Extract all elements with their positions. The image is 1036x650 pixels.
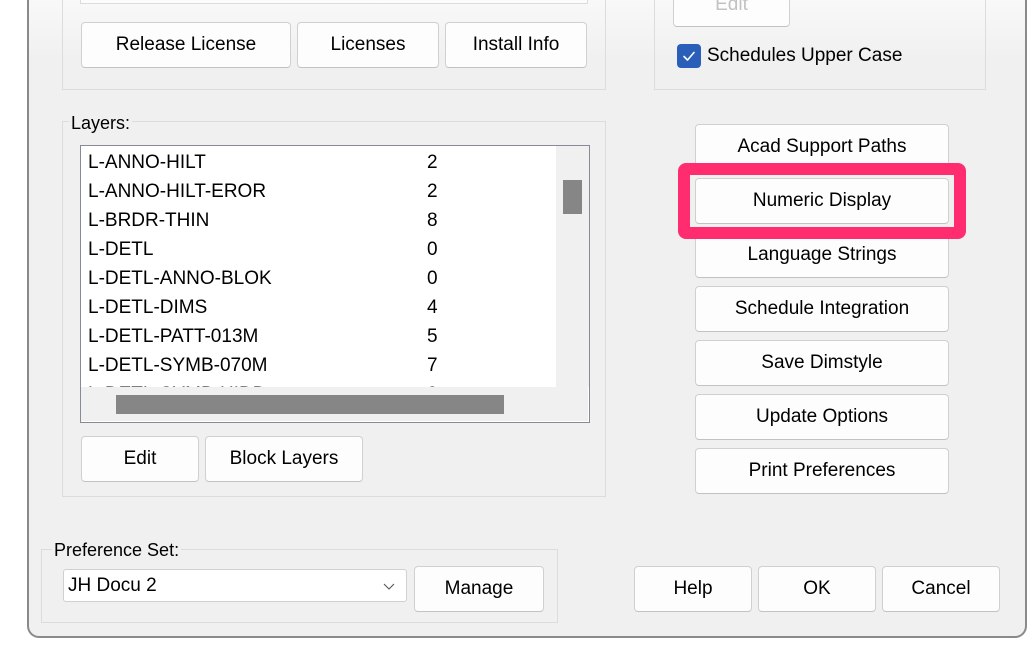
layer-row[interactable]: L-DETL-PATT-013M 5 [81, 322, 555, 351]
layer-row[interactable]: L-ANNO-HILT-EROR 2 [81, 177, 555, 206]
preference-set-selected: JH Docu 2 [68, 574, 157, 596]
layers-legend: Layers: [69, 113, 133, 133]
layer-count: 0 [427, 380, 438, 387]
help-button[interactable]: Help [634, 566, 752, 612]
layer-name: L-DETL [88, 239, 154, 260]
layers-list-rows: L-ANNO-HILT 2 L-ANNO-HILT-EROR 2 L-BRDR-THIN… [81, 146, 555, 387]
licenses-button[interactable]: Licenses [297, 22, 439, 68]
layer-name: L-BRDR-THIN [88, 210, 210, 231]
block-layers-button[interactable]: Block Layers [205, 436, 363, 482]
layer-row[interactable]: L-DETL-ANNO-BLOK 0 [81, 264, 555, 293]
schedules-upper-case-checkbox-row[interactable]: Schedules Upper Case [677, 44, 902, 68]
release-license-button[interactable]: Release License [81, 22, 291, 68]
layer-count: 5 [427, 326, 438, 347]
acad-support-paths-button[interactable]: Acad Support Paths [695, 124, 949, 170]
preference-set-legend: Preference Set: [52, 540, 182, 560]
layers-listbox[interactable]: L-ANNO-HILT 2 L-ANNO-HILT-EROR 2 L-BRDR-THIN… [80, 145, 590, 423]
vertical-scrollbar[interactable] [556, 146, 589, 387]
layer-row[interactable]: L-DETL-DIMS 4 [81, 293, 555, 322]
layer-row[interactable]: L-ANNO-HILT 2 [81, 148, 555, 177]
vertical-scrollbar-thumb[interactable] [563, 180, 582, 214]
layer-name: L-ANNO-HILT [88, 152, 206, 173]
layer-row[interactable]: L-DETL-SYMB-HIDD 0 [81, 380, 555, 387]
cancel-button[interactable]: Cancel [882, 566, 1000, 612]
layer-count: 2 [427, 181, 438, 202]
layer-count: 0 [427, 239, 438, 260]
manage-button[interactable]: Manage [414, 566, 544, 612]
layer-count: 2 [427, 152, 438, 173]
ok-button[interactable]: OK [758, 566, 876, 612]
layer-name: L-DETL-PATT-013M [88, 326, 259, 347]
layer-count: 4 [427, 297, 438, 318]
layer-name: L-DETL-SYMB-HIDD [88, 380, 266, 387]
layers-edit-button[interactable]: Edit [81, 436, 199, 482]
layer-name: L-ANNO-HILT-EROR [88, 181, 267, 202]
layer-name: L-DETL-ANNO-BLOK [88, 268, 272, 289]
update-options-button[interactable]: Update Options [695, 394, 949, 440]
license-inner-box [80, 0, 588, 4]
layer-count: 7 [427, 355, 438, 376]
install-info-button[interactable]: Install Info [445, 22, 587, 68]
layer-row[interactable]: L-DETL 0 [81, 235, 555, 264]
schedule-integration-button[interactable]: Schedule Integration [695, 286, 949, 332]
layer-count: 8 [427, 210, 438, 231]
preference-set-dropdown[interactable]: JH Docu 2 [63, 569, 407, 602]
chevron-down-icon[interactable] [382, 577, 396, 599]
layer-count: 0 [427, 268, 438, 289]
options-edit-button[interactable]: Edit [673, 0, 790, 27]
checkmark-icon [683, 51, 695, 61]
layer-name: L-DETL-DIMS [88, 297, 208, 318]
numeric-display-button[interactable]: Numeric Display [695, 178, 949, 224]
save-dimstyle-button[interactable]: Save Dimstyle [695, 340, 949, 386]
layer-row[interactable]: L-BRDR-THIN 8 [81, 206, 555, 235]
horizontal-scrollbar-thumb[interactable] [116, 395, 504, 414]
language-strings-button[interactable]: Language Strings [695, 232, 949, 278]
checkbox-checked[interactable] [677, 44, 701, 68]
layer-row[interactable]: L-DETL-SYMB-070M 7 [81, 351, 555, 380]
schedules-upper-case-label: Schedules Upper Case [707, 45, 903, 66]
horizontal-scrollbar[interactable] [81, 387, 588, 421]
layer-name: L-DETL-SYMB-070M [88, 355, 268, 376]
print-preferences-button[interactable]: Print Preferences [695, 448, 949, 494]
